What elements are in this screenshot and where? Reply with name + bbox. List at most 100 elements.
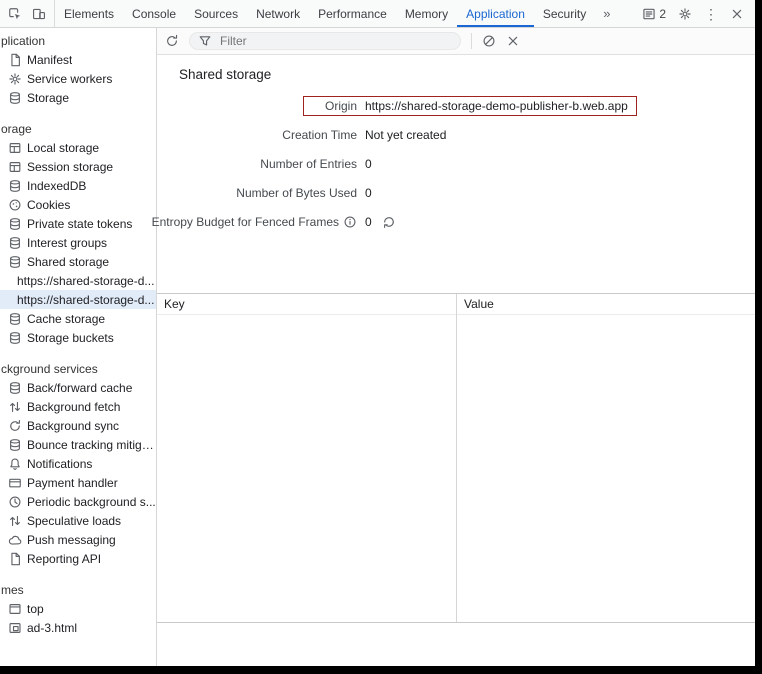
more-tabs-button[interactable]: »: [595, 0, 618, 27]
sidebar-item-label: Bounce tracking mitiga...: [27, 438, 156, 452]
section-title-storage: orage: [0, 120, 156, 138]
metadata-label: Number of Bytes Used: [157, 186, 357, 200]
sidebar-item-label: Manifest: [27, 53, 72, 67]
sidebar-item-speculative-loads[interactable]: Speculative loads: [0, 511, 156, 530]
sidebar-item-shared-storage[interactable]: Shared storage: [0, 252, 156, 271]
sidebar-item-background-fetch[interactable]: Background fetch: [0, 397, 156, 416]
database-icon: [8, 179, 22, 193]
sidebar-item-storage[interactable]: Storage: [0, 88, 156, 107]
tab-elements[interactable]: Elements: [55, 0, 123, 27]
database-icon: [8, 217, 22, 231]
filter-input[interactable]: [218, 33, 452, 49]
sidebar-item-interest-groups[interactable]: Interest groups: [0, 233, 156, 252]
sidebar-item-local-storage[interactable]: Local storage: [0, 138, 156, 157]
section-title-background-services: ckground services: [0, 360, 156, 378]
block-icon: [482, 34, 496, 48]
database-icon: [8, 438, 22, 452]
metadata-row-entropy-budget: Entropy Budget for Fenced Frames 0: [157, 207, 755, 236]
clock-icon: [8, 495, 22, 509]
sidebar-item-back-forward-cache[interactable]: Back/forward cache: [0, 378, 156, 397]
database-icon: [8, 312, 22, 326]
inspect-element-icon[interactable]: [8, 7, 22, 21]
filter-funnel-icon: [198, 34, 212, 48]
sidebar-item-frame-ad-3[interactable]: ad-3.html: [0, 618, 156, 637]
column-header-value[interactable]: Value: [456, 297, 494, 311]
entropy-budget-value: 0: [365, 215, 372, 229]
sidebar-item-shared-storage-origin-b[interactable]: https://shared-storage-d...: [0, 290, 156, 309]
sidebar-item-notifications[interactable]: Notifications: [0, 454, 156, 473]
sidebar-item-cache-storage[interactable]: Cache storage: [0, 309, 156, 328]
kebab-menu-icon[interactable]: ⋮: [704, 7, 718, 21]
sidebar-item-session-storage[interactable]: Session storage: [0, 157, 156, 176]
cloud-icon: [8, 533, 22, 547]
sidebar-section-application: plication Manifest Service workers Stora…: [0, 32, 156, 107]
sidebar-item-payment-handler[interactable]: Payment handler: [0, 473, 156, 492]
bytes-used-value: 0: [365, 186, 372, 200]
metadata-label: Creation Time: [157, 128, 357, 142]
metadata-row-number-of-entries: Number of Entries 0: [157, 149, 755, 178]
console-messages-icon: [642, 7, 656, 21]
tab-console[interactable]: Console: [123, 0, 185, 27]
tab-performance[interactable]: Performance: [309, 0, 396, 27]
close-devtools-icon[interactable]: [730, 7, 744, 21]
sidebar-item-service-workers[interactable]: Service workers: [0, 69, 156, 88]
device-toolbar-icon[interactable]: [32, 7, 46, 21]
sidebar-item-frame-top[interactable]: top: [0, 599, 156, 618]
tabbar-right-controls: 2 ⋮: [642, 0, 752, 27]
sidebar-item-push-messaging[interactable]: Push messaging: [0, 530, 156, 549]
sidebar-item-label: Background fetch: [27, 400, 120, 414]
sidebar-item-manifest[interactable]: Manifest: [0, 50, 156, 69]
database-icon: [8, 331, 22, 345]
tab-memory[interactable]: Memory: [396, 0, 457, 27]
sidebar-item-private-state-tokens[interactable]: Private state tokens: [0, 214, 156, 233]
sidebar-item-bounce-tracking-mitigations[interactable]: Bounce tracking mitiga...: [0, 435, 156, 454]
console-messages-badge[interactable]: 2: [642, 7, 666, 21]
table-column-divider[interactable]: [456, 294, 457, 622]
shared-storage-panel: Shared storage Origin https://shared-sto…: [157, 28, 755, 666]
sidebar-item-label: top: [27, 602, 44, 616]
column-header-key[interactable]: Key: [157, 297, 456, 311]
sidebar-item-label: Notifications: [27, 457, 92, 471]
iframe-icon: [8, 621, 22, 635]
sidebar-item-label: Service workers: [27, 72, 112, 86]
sidebar-item-label: Session storage: [27, 160, 113, 174]
window-edge-bottom: [0, 666, 762, 674]
sidebar-item-label: Reporting API: [27, 552, 101, 566]
refresh-button[interactable]: [165, 34, 179, 48]
sidebar-item-cookies[interactable]: Cookies: [0, 195, 156, 214]
tab-security[interactable]: Security: [534, 0, 595, 27]
sidebar-item-label: Shared storage: [27, 255, 109, 269]
tab-network[interactable]: Network: [247, 0, 309, 27]
settings-gear-icon[interactable]: [678, 7, 692, 21]
page-title: Shared storage: [179, 67, 755, 82]
sidebar-item-label: Background sync: [27, 419, 119, 433]
sidebar-item-label: Back/forward cache: [27, 381, 132, 395]
sidebar-item-label: Periodic background s...: [27, 495, 156, 509]
close-icon: [506, 34, 520, 48]
sidebar-item-shared-storage-origin-a[interactable]: https://shared-storage-d...: [0, 271, 156, 290]
sidebar-item-background-sync[interactable]: Background sync: [0, 416, 156, 435]
storage-metadata-report: Origin https://shared-storage-demo-publi…: [157, 91, 755, 236]
refresh-icon: [165, 34, 179, 48]
sidebar-item-label: ad-3.html: [27, 621, 77, 635]
up-down-arrows-icon: [8, 514, 22, 528]
section-title-application: plication: [0, 32, 156, 50]
file-icon: [8, 53, 22, 67]
delete-selected-button[interactable]: [506, 34, 520, 48]
info-icon[interactable]: [343, 215, 357, 229]
tab-sources[interactable]: Sources: [185, 0, 247, 27]
sidebar-item-periodic-background-sync[interactable]: Periodic background s...: [0, 492, 156, 511]
sidebar-item-label: Push messaging: [27, 533, 116, 547]
metadata-label: Origin: [310, 99, 357, 113]
origin-value: https://shared-storage-demo-publisher-b.…: [365, 99, 628, 113]
toolbar-divider: [471, 33, 472, 49]
sidebar-item-reporting-api[interactable]: Reporting API: [0, 549, 156, 568]
database-icon: [8, 255, 22, 269]
tab-application[interactable]: Application: [457, 0, 534, 27]
delete-all-button[interactable]: [482, 34, 496, 48]
sidebar-item-indexeddb[interactable]: IndexedDB: [0, 176, 156, 195]
reset-entropy-button[interactable]: [382, 215, 396, 229]
filter-box[interactable]: [189, 32, 461, 50]
sidebar-item-storage-buckets[interactable]: Storage buckets: [0, 328, 156, 347]
database-icon: [8, 91, 22, 105]
